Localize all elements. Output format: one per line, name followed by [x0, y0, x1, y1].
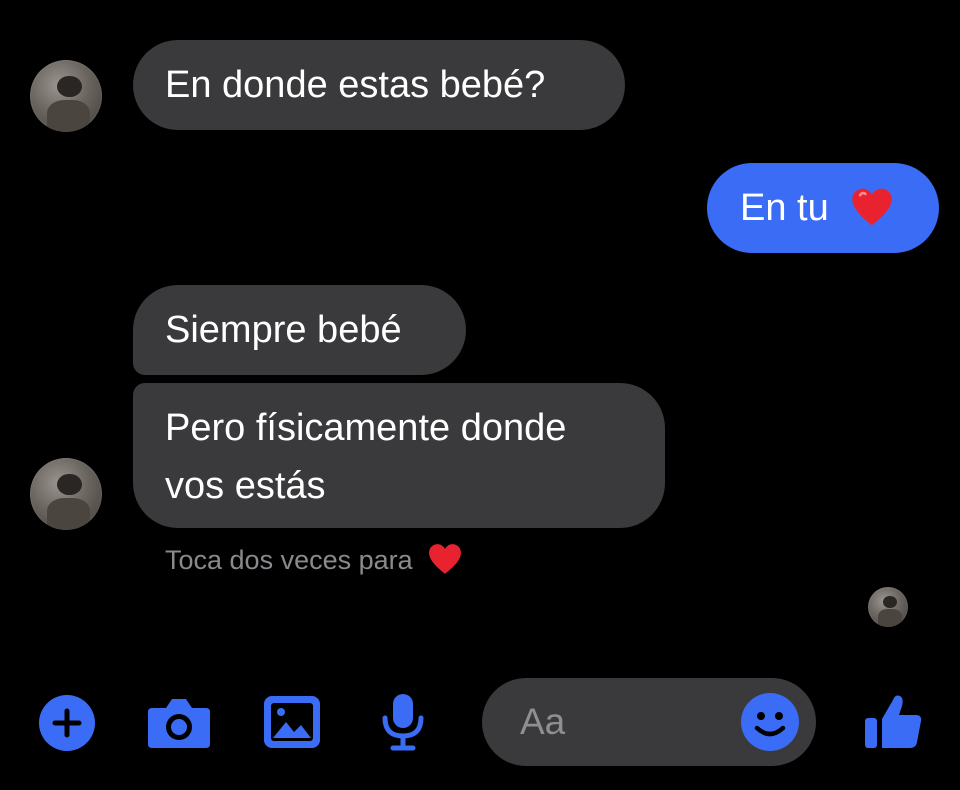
message-text: En tu — [740, 187, 829, 229]
gallery-icon[interactable] — [262, 694, 322, 750]
plus-icon[interactable] — [38, 694, 96, 752]
hint-text: Toca dos veces para — [165, 545, 413, 575]
emoji-icon[interactable] — [740, 692, 800, 752]
message-bubble-outgoing[interactable]: En tu — [707, 163, 939, 253]
red-heart-icon — [852, 188, 892, 226]
composer-placeholder[interactable]: Aa — [520, 700, 565, 744]
avatar-head — [57, 75, 82, 98]
message-text: En donde estas bebé? — [165, 64, 546, 106]
message-bubble-incoming[interactable]: En donde estas bebé? — [133, 40, 625, 130]
avatar-body — [47, 497, 91, 530]
message-text-line: Pero físicamente donde — [165, 407, 567, 449]
message-composer[interactable]: Aa — [482, 678, 816, 766]
red-heart-icon — [429, 544, 462, 574]
message-text-line: vos estás — [165, 465, 326, 507]
microphone-icon[interactable] — [380, 692, 426, 752]
avatar-head — [883, 595, 897, 608]
thumbs-up-icon[interactable] — [862, 690, 924, 752]
contact-avatar[interactable] — [30, 458, 102, 530]
double-tap-hint: Toca dos veces para — [165, 540, 462, 580]
avatar-body — [47, 99, 91, 132]
read-receipt-avatar — [868, 587, 908, 627]
avatar-head — [57, 473, 82, 496]
avatar-body — [877, 609, 902, 627]
message-bubble-incoming[interactable]: Siempre bebé — [133, 285, 466, 375]
contact-avatar[interactable] — [30, 60, 102, 132]
message-bubble-incoming[interactable]: Pero físicamente donde vos estás — [133, 383, 665, 528]
message-text: Siempre bebé — [165, 309, 402, 351]
camera-icon[interactable] — [146, 694, 212, 752]
